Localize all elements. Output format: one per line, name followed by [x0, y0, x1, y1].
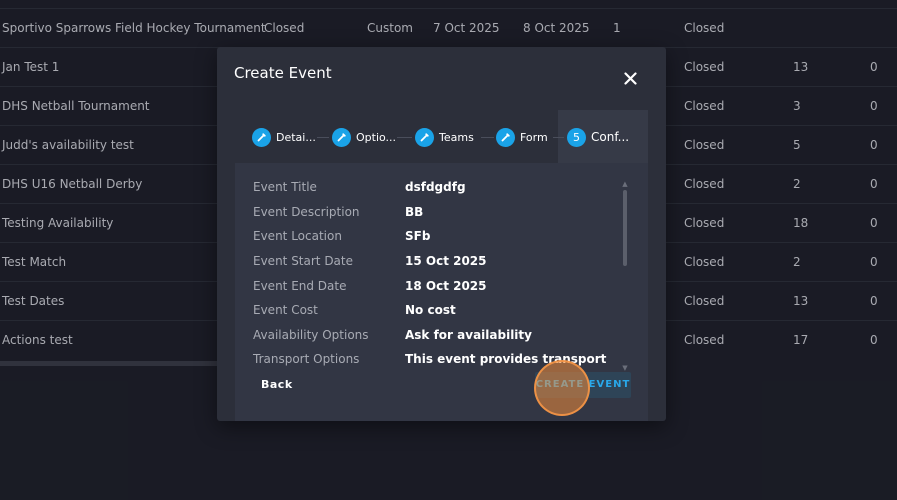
step-connector — [317, 137, 329, 138]
summary-label: Transport Options — [253, 352, 360, 366]
step-number-badge: 5 — [567, 127, 586, 147]
scroll-down-icon[interactable]: ▼ — [621, 364, 629, 372]
pencil-icon — [415, 127, 434, 147]
summary-label: Event End Date — [253, 279, 347, 293]
summary-value: 18 Oct 2025 — [405, 279, 487, 293]
step-label: Form — [520, 130, 548, 144]
summary-label: Availability Options — [253, 328, 369, 342]
summary-value: BB — [405, 205, 424, 219]
step-label: Conf... — [591, 130, 630, 144]
step-connector — [553, 137, 564, 138]
scroll-up-icon[interactable]: ▲ — [621, 180, 629, 188]
summary-label: Event Cost — [253, 303, 318, 317]
summary-label: Event Description — [253, 205, 360, 219]
step-form[interactable]: Form — [496, 126, 548, 148]
summary-value: 15 Oct 2025 — [405, 254, 487, 268]
summary-value: dsfdgdfg — [405, 180, 466, 194]
step-label: Teams — [439, 130, 474, 144]
step-teams[interactable]: Teams — [415, 126, 474, 148]
create-event-button[interactable]: CREATE EVENT — [535, 372, 631, 398]
summary-label: Event Title — [253, 180, 317, 194]
close-icon — [623, 72, 637, 85]
step-details[interactable]: Detai... — [252, 126, 316, 148]
back-button[interactable]: Back — [261, 378, 293, 391]
summary-value: This event provides transport — [405, 352, 607, 366]
summary-scrollbar[interactable]: ▲ ▼ — [621, 180, 629, 375]
step-options[interactable]: Optio... — [332, 126, 396, 148]
step-label: Optio... — [356, 130, 397, 144]
step-confirm[interactable]: 5 Conf... — [567, 126, 629, 148]
pencil-icon — [332, 127, 351, 147]
step-label: Detai... — [276, 130, 316, 144]
create-event-dialog: Create Event Detai... Optio... Teams For… — [217, 47, 666, 421]
dialog-body: Detai... Optio... Teams Form 5 Conf... E… — [235, 110, 648, 421]
summary-label: Event Start Date — [253, 254, 354, 268]
close-button[interactable] — [620, 68, 640, 88]
dialog-title: Create Event — [234, 64, 332, 82]
step-connector — [481, 137, 494, 138]
summary-value: SFb — [405, 229, 431, 243]
summary-label: Event Location — [253, 229, 342, 243]
summary-value: Ask for availability — [405, 328, 532, 342]
scroll-thumb[interactable] — [623, 190, 627, 266]
summary-value: No cost — [405, 303, 456, 317]
pencil-icon — [496, 127, 515, 147]
step-connector — [397, 137, 412, 138]
step-progress: Detai... Optio... Teams Form 5 Conf... — [235, 110, 648, 163]
pencil-icon — [252, 127, 271, 147]
